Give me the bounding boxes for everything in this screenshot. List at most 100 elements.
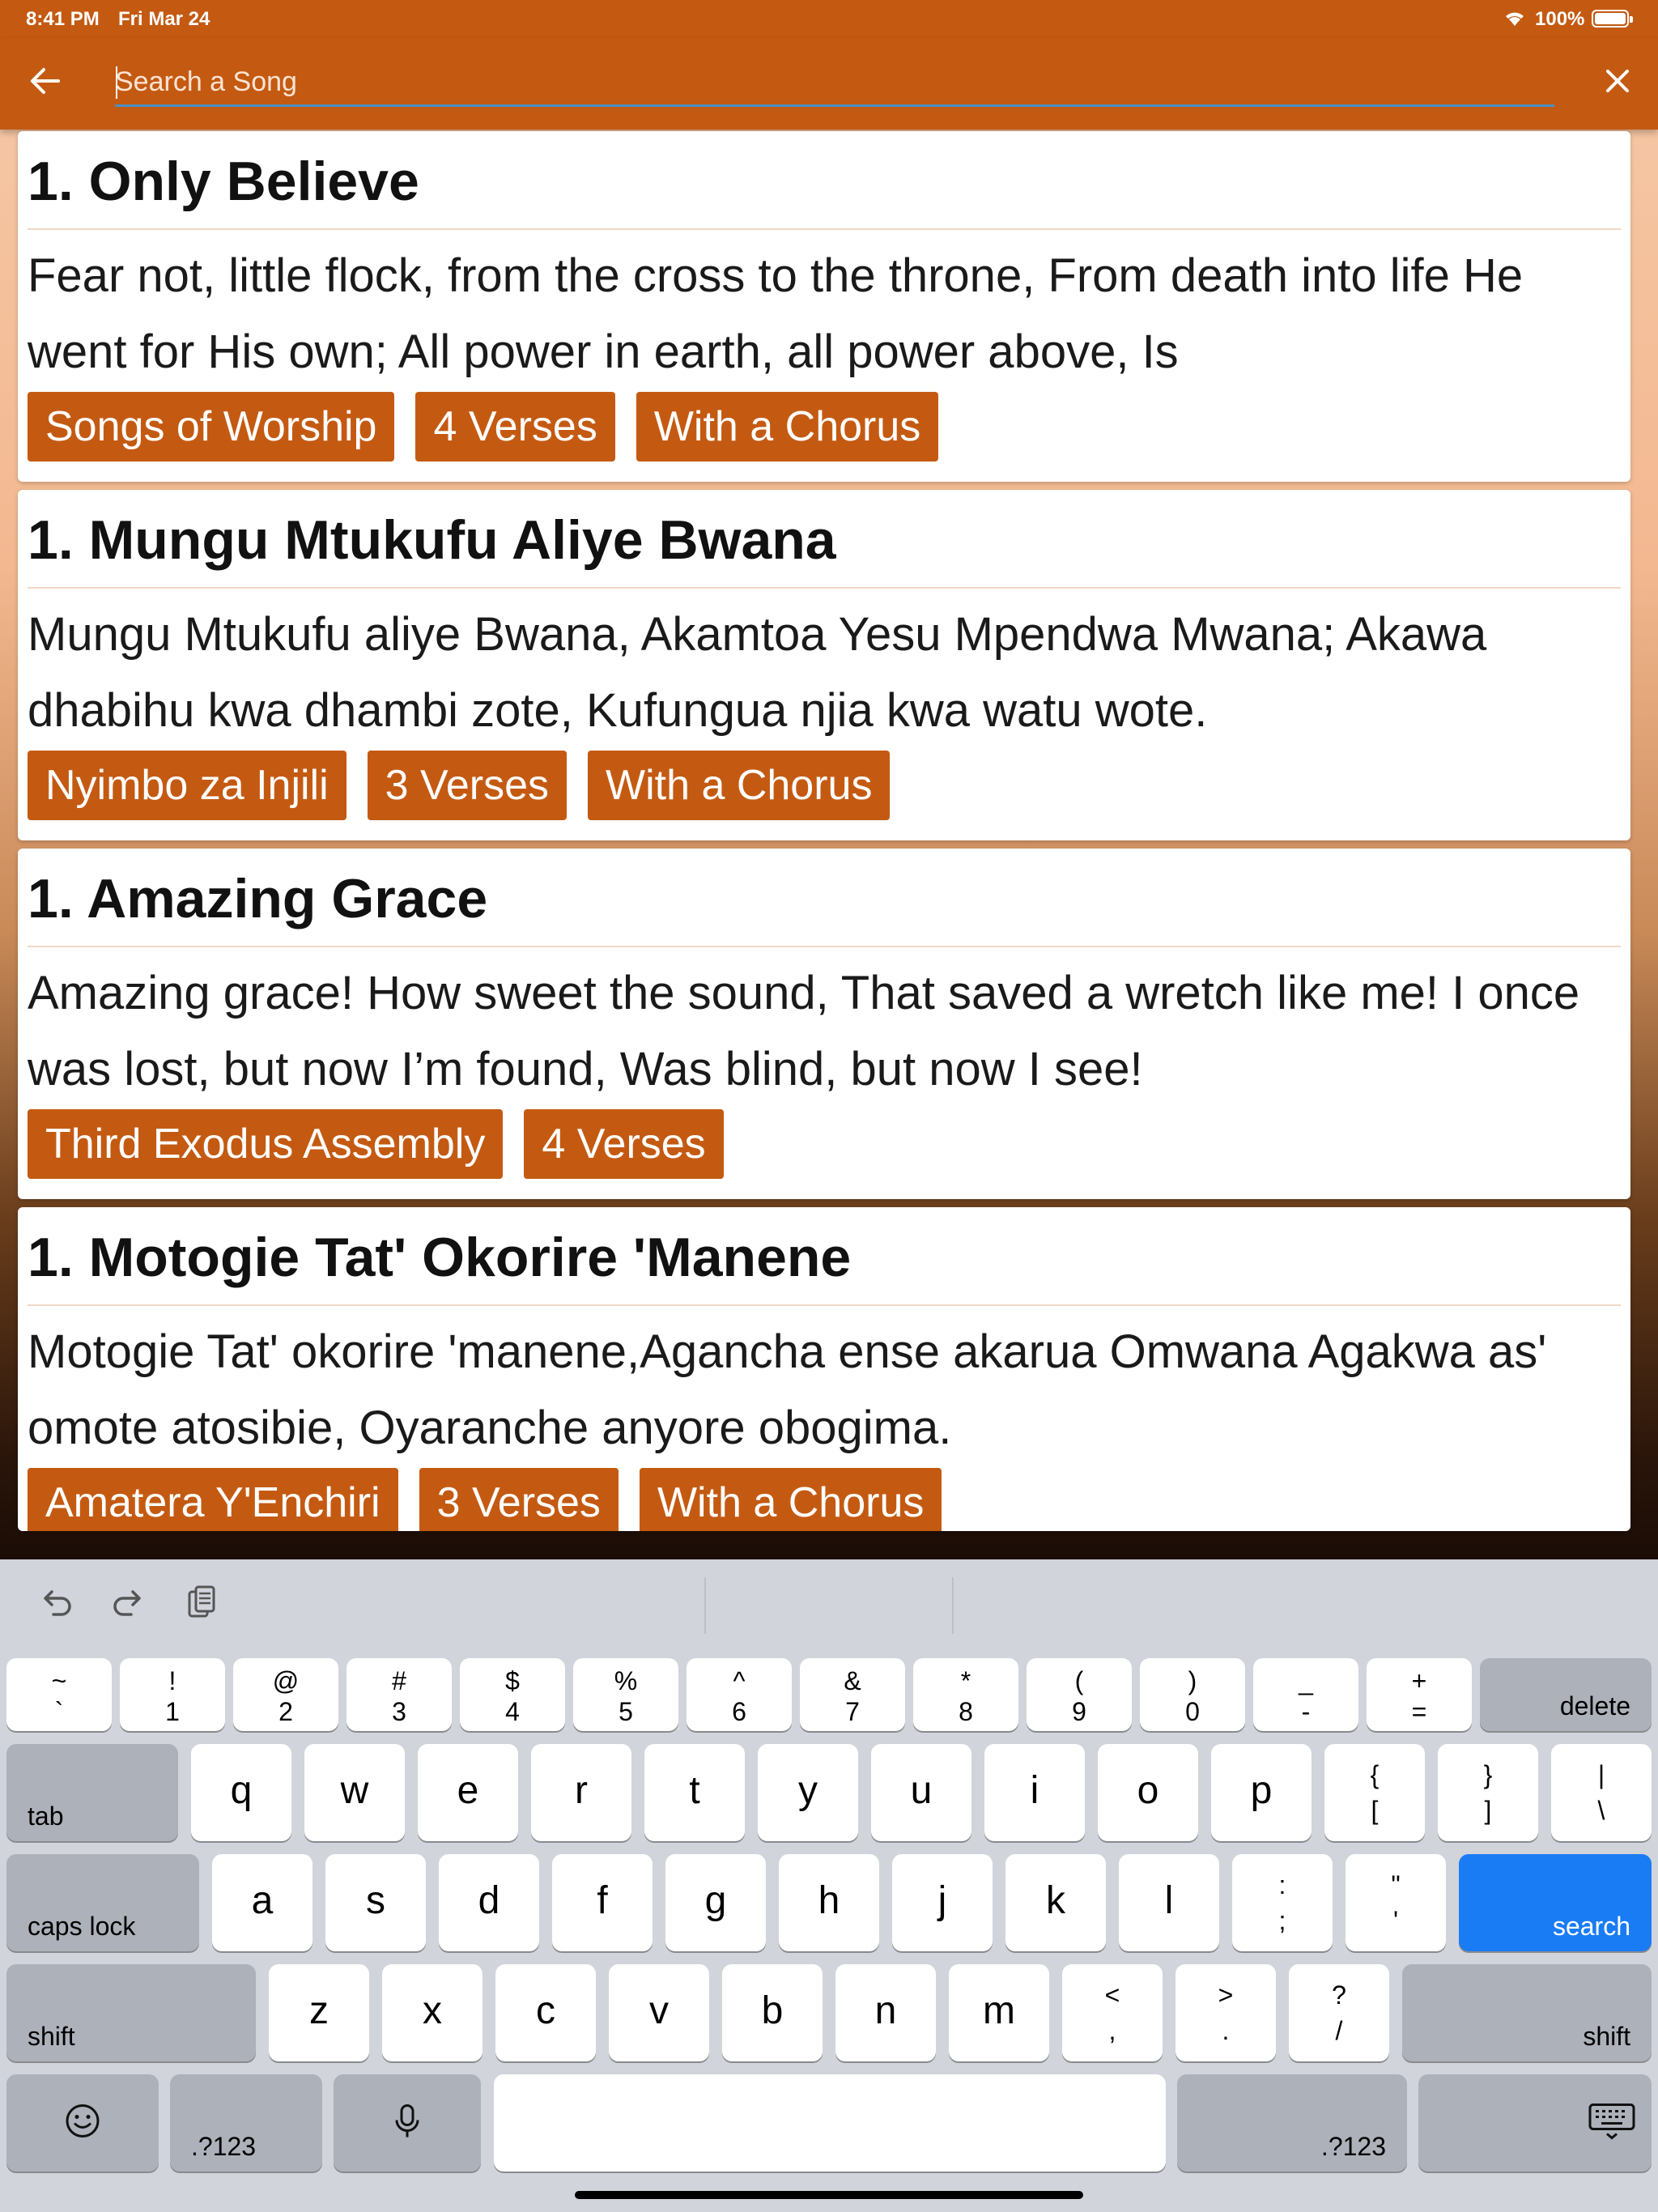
undo-icon[interactable]	[36, 1582, 78, 1624]
search-key[interactable]: search	[1459, 1854, 1652, 1951]
song-title: 1. Motogie Tat' Okorire 'Manene	[28, 1225, 1621, 1306]
key-minus[interactable]: _ -	[1253, 1658, 1358, 1731]
key-8[interactable]: * 8	[913, 1658, 1018, 1731]
song-tags: Third Exodus Assembly 4 Verses	[28, 1109, 724, 1179]
key-b[interactable]: b	[722, 1964, 823, 2061]
key-period[interactable]: >.	[1175, 1964, 1276, 2061]
dictation-key[interactable]	[334, 2074, 481, 2172]
key-j[interactable]: j	[892, 1854, 993, 1951]
paste-icon[interactable]	[180, 1582, 222, 1624]
key-3[interactable]: #3	[346, 1658, 452, 1731]
song-card[interactable]: 1. Motogie Tat' Okorire 'Manene Motogie …	[18, 1207, 1630, 1531]
songbook-tag: Amatera Y'Enchiri	[28, 1468, 398, 1531]
search-input[interactable]	[115, 60, 1554, 107]
delete-key[interactable]: delete	[1480, 1658, 1652, 1731]
back-arrow-icon[interactable]	[24, 60, 66, 102]
key-comma[interactable]: <,	[1062, 1964, 1163, 2061]
keyboard-toolbar	[0, 1559, 1658, 1648]
key-y[interactable]: y	[758, 1744, 858, 1841]
space-bar[interactable]	[494, 2074, 1166, 2172]
status-time: 8:41 PM	[26, 8, 100, 30]
key-6[interactable]: ^ 6	[687, 1658, 792, 1731]
song-card[interactable]: 1. Mungu Mtukufu Aliye Bwana Mungu Mtuku…	[18, 490, 1630, 840]
key-e[interactable]: e	[418, 1744, 518, 1841]
numbers-right-key[interactable]: .?123	[1177, 2074, 1407, 2172]
key-a[interactable]: a	[212, 1854, 312, 1951]
text-cursor	[116, 66, 117, 99]
verses-tag: 4 Verses	[415, 392, 615, 462]
home-indicator	[575, 2191, 1083, 2199]
song-excerpt: Fear not, little flock, from the cross t…	[28, 249, 1524, 378]
key-backtick[interactable]: ~ `	[6, 1658, 112, 1731]
song-card[interactable]: 1. Only Believe Fear not, little flock, …	[18, 131, 1630, 482]
key-m[interactable]: m	[949, 1964, 1049, 2061]
key-v[interactable]: v	[609, 1964, 709, 2061]
song-title: 1. Only Believe	[28, 149, 1621, 230]
shift-right-key[interactable]: shift	[1402, 1964, 1652, 2061]
key-o[interactable]: o	[1098, 1744, 1198, 1841]
status-bar: 8:41 PM Fri Mar 24 100%	[0, 0, 1658, 39]
key-p[interactable]: p	[1211, 1744, 1312, 1841]
key-slash[interactable]: ? /	[1289, 1964, 1389, 2061]
key-k[interactable]: k	[1005, 1854, 1106, 1951]
key-5[interactable]: % 5	[573, 1658, 678, 1731]
song-excerpt: Mungu Mtukufu aliye Bwana, Akamtoa Yesu …	[28, 608, 1487, 737]
verses-tag: 3 Verses	[419, 1468, 619, 1531]
song-tags: Nyimbo za Injili 3 Verses With a Chorus	[28, 751, 891, 820]
key-t[interactable]: t	[644, 1744, 745, 1841]
key-x[interactable]: x	[382, 1964, 483, 2061]
song-excerpt: Amazing grace! How sweet the sound, That…	[28, 967, 1580, 1095]
key-q[interactable]: q	[191, 1744, 291, 1841]
key-g[interactable]: g	[665, 1854, 766, 1951]
key-h[interactable]: h	[779, 1854, 879, 1951]
song-excerpt: Motogie Tat' okorire 'manene,Agancha ens…	[28, 1325, 1547, 1454]
key-r[interactable]: r	[531, 1744, 631, 1841]
song-card[interactable]: 1. Amazing Grace Amazing grace! How swee…	[18, 849, 1630, 1199]
song-tags: Songs of Worship 4 Verses With a Chorus	[28, 392, 939, 462]
chorus-tag: With a Chorus	[636, 392, 939, 462]
close-icon[interactable]	[1596, 60, 1639, 102]
key-left-bracket[interactable]: {[	[1324, 1744, 1425, 1841]
key-l[interactable]: l	[1119, 1854, 1219, 1951]
numbers-left-key[interactable]: .?123	[170, 2074, 322, 2172]
microphone-icon	[391, 2103, 423, 2144]
shift-left-key[interactable]: shift	[6, 1964, 256, 2061]
key-7[interactable]: & 7	[800, 1658, 905, 1731]
battery-icon	[1592, 10, 1633, 28]
emoji-key[interactable]	[6, 2074, 159, 2172]
redo-icon[interactable]	[107, 1582, 149, 1624]
key-w[interactable]: w	[304, 1744, 405, 1841]
song-tags: Amatera Y'Enchiri 3 Verses With a Chorus	[28, 1468, 942, 1531]
key-1[interactable]: ! 1	[120, 1658, 225, 1731]
key-d[interactable]: d	[439, 1854, 539, 1951]
dismiss-keyboard-key[interactable]	[1418, 2074, 1652, 2172]
key-backslash[interactable]: | \	[1551, 1744, 1652, 1841]
verses-tag: 3 Verses	[367, 751, 567, 820]
keyboard-dismiss-icon	[1588, 2102, 1635, 2145]
key-4[interactable]: $4	[460, 1658, 565, 1731]
songbook-tag: Third Exodus Assembly	[28, 1109, 504, 1179]
key-i[interactable]: i	[984, 1744, 1085, 1841]
key-c[interactable]: c	[495, 1964, 596, 2061]
key-9[interactable]: (9	[1027, 1658, 1132, 1731]
key-right-bracket[interactable]: }]	[1438, 1744, 1538, 1841]
key-z[interactable]: z	[269, 1964, 369, 2061]
key-u[interactable]: u	[871, 1744, 971, 1841]
verses-tag: 4 Verses	[524, 1109, 724, 1179]
songbook-tag: Songs of Worship	[28, 392, 395, 462]
status-date: Fri Mar 24	[118, 8, 210, 30]
key-semicolon[interactable]: :;	[1232, 1854, 1333, 1951]
toolbar-divider	[952, 1577, 954, 1634]
search-app-bar	[0, 39, 1658, 130]
songbook-tag: Nyimbo za Injili	[28, 751, 346, 820]
key-n[interactable]: n	[835, 1964, 936, 2061]
key-2[interactable]: @2	[233, 1658, 338, 1731]
tab-key[interactable]: tab	[6, 1744, 178, 1841]
caps-lock-key[interactable]: caps lock	[6, 1854, 199, 1951]
chorus-tag: With a Chorus	[639, 1468, 942, 1531]
key-s[interactable]: s	[325, 1854, 426, 1951]
key-0[interactable]: ) 0	[1140, 1658, 1245, 1731]
key-f[interactable]: f	[552, 1854, 653, 1951]
key-quote[interactable]: " '	[1346, 1854, 1446, 1951]
key-equals[interactable]: + =	[1367, 1658, 1472, 1731]
